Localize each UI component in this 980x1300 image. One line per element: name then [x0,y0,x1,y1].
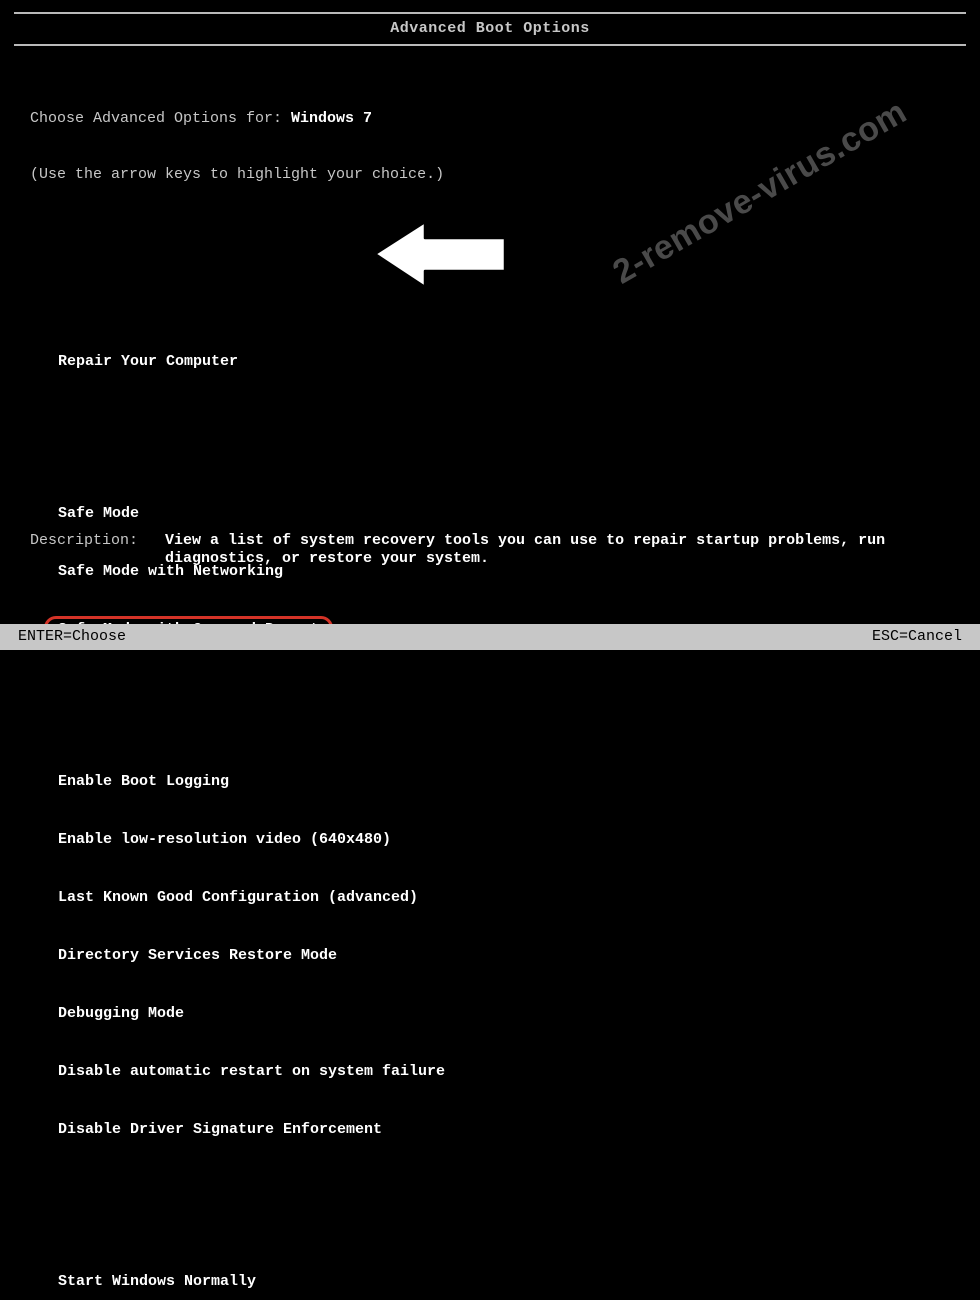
menu-item-dsrm[interactable]: Directory Services Restore Mode [52,946,343,966]
menu-item-lowres[interactable]: Enable low-resolution video (640x480) [52,830,397,850]
content-area: Choose Advanced Options for: Windows 7 (… [0,46,980,1300]
menu-item-normal[interactable]: Start Windows Normally [52,1272,262,1292]
page-title: Advanced Boot Options [14,12,966,46]
menu-group-3: Enable Boot Logging Enable low-resolutio… [30,736,950,1178]
footer-esc: ESC=Cancel [872,628,962,646]
footer-enter: ENTER=Choose [18,628,126,646]
menu-group-1: Repair Your Computer [30,316,950,410]
menu-group-4: Start Windows Normally [30,1236,950,1300]
footer-bar: ENTER=Choose ESC=Cancel [0,624,980,650]
menu-item-debug[interactable]: Debugging Mode [52,1004,190,1024]
description-label: Description: [30,532,165,568]
boot-menu[interactable]: Repair Your Computer Safe Mode Safe Mode… [30,258,950,1300]
menu-item-repair[interactable]: Repair Your Computer [52,352,244,372]
menu-item-norestart[interactable]: Disable automatic restart on system fail… [52,1062,451,1082]
menu-item-lkgc[interactable]: Last Known Good Configuration (advanced) [52,888,424,908]
menu-item-bootlog[interactable]: Enable Boot Logging [52,772,235,792]
description-text: View a list of system recovery tools you… [165,532,950,568]
menu-item-nosig[interactable]: Disable Driver Signature Enforcement [52,1120,388,1140]
menu-item-safemode[interactable]: Safe Mode [52,504,145,524]
choose-prefix: Choose Advanced Options for: [30,110,291,127]
choose-target: Windows 7 [291,110,372,127]
hint-line: (Use the arrow keys to highlight your ch… [30,166,950,184]
description: Description: View a list of system recov… [30,532,950,568]
choose-line: Choose Advanced Options for: Windows 7 [30,110,950,128]
